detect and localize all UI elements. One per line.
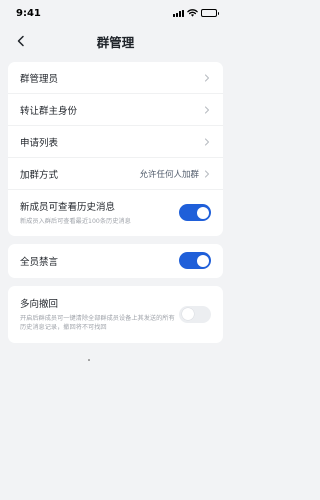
transfer-owner-row[interactable]: 转让群主身份 bbox=[8, 94, 223, 126]
application-list-row[interactable]: 申请列表 bbox=[8, 126, 223, 158]
battery-icon bbox=[201, 9, 219, 17]
mute-all-label: 全员禁言 bbox=[20, 256, 59, 268]
join-method-row[interactable]: 加群方式 允许任何人加群 bbox=[8, 158, 223, 190]
settings-card-main: 群管理员 转让群主身份 申请列表 加群方式 允许任何人加群 新成员可查看历史消息… bbox=[8, 62, 223, 236]
join-method-value: 允许任何人加群 bbox=[139, 169, 199, 180]
status-bar: 9:41 bbox=[0, 0, 231, 26]
multi-recall-row: 多向撤回 开启后群成员可一键清除全部群成员设备上其发送的所有历史消息记录，撤回将… bbox=[8, 286, 223, 343]
settings-card-recall: 多向撤回 开启后群成员可一键清除全部群成员设备上其发送的所有历史消息记录，撤回将… bbox=[8, 285, 223, 343]
decorative-dot bbox=[88, 359, 90, 361]
chevron-right-icon bbox=[203, 105, 211, 114]
page-title: 群管理 bbox=[96, 34, 135, 50]
new-member-history-toggle[interactable] bbox=[179, 204, 211, 222]
status-time: 9:41 bbox=[16, 7, 41, 19]
settings-card-mute: 全员禁言 bbox=[8, 243, 223, 278]
new-member-history-desc: 新成员入群后可查看最近100条历史消息 bbox=[20, 218, 131, 225]
multi-recall-toggle[interactable] bbox=[179, 305, 211, 323]
transfer-owner-label: 转让群主身份 bbox=[20, 105, 78, 117]
chevron-left-icon bbox=[17, 35, 24, 47]
back-button[interactable] bbox=[12, 32, 30, 50]
cellular-signal-icon bbox=[173, 9, 184, 17]
group-admin-label: 群管理员 bbox=[20, 73, 59, 85]
application-list-label: 申请列表 bbox=[20, 137, 59, 149]
wifi-icon bbox=[187, 9, 198, 17]
status-icons bbox=[173, 9, 219, 17]
group-admin-row[interactable]: 群管理员 bbox=[8, 62, 223, 94]
nav-bar: 群管理 bbox=[0, 26, 231, 56]
chevron-right-icon bbox=[203, 137, 211, 146]
chevron-right-icon bbox=[203, 73, 211, 82]
chevron-right-icon bbox=[203, 169, 211, 178]
mute-all-toggle[interactable] bbox=[179, 252, 211, 270]
new-member-history-row: 新成员可查看历史消息 新成员入群后可查看最近100条历史消息 bbox=[8, 190, 223, 236]
join-method-label: 加群方式 bbox=[20, 169, 59, 181]
multi-recall-label: 多向撤回 bbox=[20, 298, 59, 310]
mute-all-row: 全员禁言 bbox=[8, 244, 223, 278]
multi-recall-desc: 开启后群成员可一键清除全部群成员设备上其发送的所有历史消息记录，撤回将不可找回 bbox=[20, 314, 175, 332]
new-member-history-label: 新成员可查看历史消息 bbox=[20, 202, 116, 213]
